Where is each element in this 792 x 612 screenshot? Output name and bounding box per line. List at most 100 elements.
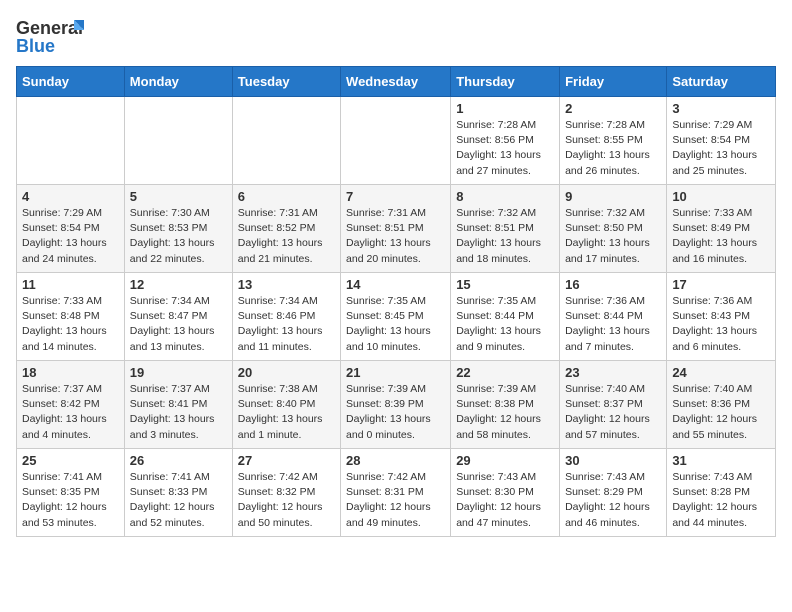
calendar-cell — [124, 97, 232, 185]
calendar-cell: 31 Sunrise: 7:43 AM Sunset: 8:28 PM Dayli… — [667, 449, 776, 537]
day-info: Sunrise: 7:31 AM Sunset: 8:51 PM Dayligh… — [346, 206, 445, 267]
day-info: Sunrise: 7:37 AM Sunset: 8:41 PM Dayligh… — [130, 382, 227, 443]
svg-text:General: General — [16, 18, 83, 38]
day-number: 22 — [456, 365, 554, 380]
day-info: Sunrise: 7:30 AM Sunset: 8:53 PM Dayligh… — [130, 206, 227, 267]
day-info: Sunrise: 7:39 AM Sunset: 8:38 PM Dayligh… — [456, 382, 554, 443]
day-number: 4 — [22, 189, 119, 204]
calendar-cell: 19 Sunrise: 7:37 AM Sunset: 8:41 PM Dayli… — [124, 361, 232, 449]
day-info: Sunrise: 7:37 AM Sunset: 8:42 PM Dayligh… — [22, 382, 119, 443]
day-number: 16 — [565, 277, 661, 292]
day-info: Sunrise: 7:42 AM Sunset: 8:32 PM Dayligh… — [238, 470, 335, 531]
day-number: 6 — [238, 189, 335, 204]
day-info: Sunrise: 7:31 AM Sunset: 8:52 PM Dayligh… — [238, 206, 335, 267]
calendar-cell: 23 Sunrise: 7:40 AM Sunset: 8:37 PM Dayli… — [560, 361, 667, 449]
day-info: Sunrise: 7:41 AM Sunset: 8:35 PM Dayligh… — [22, 470, 119, 531]
calendar-cell: 27 Sunrise: 7:42 AM Sunset: 8:32 PM Dayli… — [232, 449, 340, 537]
calendar-cell: 13 Sunrise: 7:34 AM Sunset: 8:46 PM Dayli… — [232, 273, 340, 361]
day-number: 18 — [22, 365, 119, 380]
calendar-cell: 29 Sunrise: 7:43 AM Sunset: 8:30 PM Dayli… — [451, 449, 560, 537]
day-number: 8 — [456, 189, 554, 204]
day-info: Sunrise: 7:36 AM Sunset: 8:43 PM Dayligh… — [672, 294, 770, 355]
weekday-header-thursday: Thursday — [451, 67, 560, 97]
svg-text:Blue: Blue — [16, 36, 55, 56]
day-info: Sunrise: 7:43 AM Sunset: 8:28 PM Dayligh… — [672, 470, 770, 531]
calendar-cell: 11Sunrise: 7:33 AM Sunset: 8:48 PM Dayli… — [17, 273, 125, 361]
weekday-header-friday: Friday — [560, 67, 667, 97]
calendar-cell: 16 Sunrise: 7:36 AM Sunset: 8:44 PM Dayli… — [560, 273, 667, 361]
weekday-header-row: SundayMondayTuesdayWednesdayThursdayFrid… — [17, 67, 776, 97]
calendar-cell: 17 Sunrise: 7:36 AM Sunset: 8:43 PM Dayli… — [667, 273, 776, 361]
calendar-cell: 15Sunrise: 7:35 AM Sunset: 8:44 PM Dayli… — [451, 273, 560, 361]
day-number: 17 — [672, 277, 770, 292]
day-info: Sunrise: 7:28 AM Sunset: 8:56 PM Dayligh… — [456, 118, 554, 179]
calendar-week-row: 25 Sunrise: 7:41 AM Sunset: 8:35 PM Dayli… — [17, 449, 776, 537]
day-info: Sunrise: 7:34 AM Sunset: 8:47 PM Dayligh… — [130, 294, 227, 355]
calendar-table: SundayMondayTuesdayWednesdayThursdayFrid… — [16, 66, 776, 537]
day-info: Sunrise: 7:34 AM Sunset: 8:46 PM Dayligh… — [238, 294, 335, 355]
calendar-cell — [17, 97, 125, 185]
day-info: Sunrise: 7:38 AM Sunset: 8:40 PM Dayligh… — [238, 382, 335, 443]
day-number: 29 — [456, 453, 554, 468]
calendar-week-row: 18 Sunrise: 7:37 AM Sunset: 8:42 PM Dayli… — [17, 361, 776, 449]
calendar-cell: 8 Sunrise: 7:32 AM Sunset: 8:51 PM Daylig… — [451, 185, 560, 273]
weekday-header-monday: Monday — [124, 67, 232, 97]
day-number: 5 — [130, 189, 227, 204]
page-header: GeneralBlue — [16, 16, 776, 58]
calendar-cell: 20Sunrise: 7:38 AM Sunset: 8:40 PM Dayli… — [232, 361, 340, 449]
calendar-cell: 9Sunrise: 7:32 AM Sunset: 8:50 PM Daylig… — [560, 185, 667, 273]
calendar-cell: 6 Sunrise: 7:31 AM Sunset: 8:52 PM Daylig… — [232, 185, 340, 273]
day-info: Sunrise: 7:43 AM Sunset: 8:30 PM Dayligh… — [456, 470, 554, 531]
calendar-cell: 12Sunrise: 7:34 AM Sunset: 8:47 PM Dayli… — [124, 273, 232, 361]
logo-svg: GeneralBlue — [16, 16, 86, 58]
calendar-cell: 7Sunrise: 7:31 AM Sunset: 8:51 PM Daylig… — [341, 185, 451, 273]
day-number: 2 — [565, 101, 661, 116]
calendar-cell: 28 Sunrise: 7:42 AM Sunset: 8:31 PM Dayli… — [341, 449, 451, 537]
day-number: 19 — [130, 365, 227, 380]
day-number: 11 — [22, 277, 119, 292]
day-info: Sunrise: 7:40 AM Sunset: 8:36 PM Dayligh… — [672, 382, 770, 443]
calendar-cell: 22 Sunrise: 7:39 AM Sunset: 8:38 PM Dayli… — [451, 361, 560, 449]
calendar-cell: 26 Sunrise: 7:41 AM Sunset: 8:33 PM Dayli… — [124, 449, 232, 537]
calendar-cell: 18 Sunrise: 7:37 AM Sunset: 8:42 PM Dayli… — [17, 361, 125, 449]
day-number: 13 — [238, 277, 335, 292]
weekday-header-saturday: Saturday — [667, 67, 776, 97]
weekday-header-wednesday: Wednesday — [341, 67, 451, 97]
day-number: 14 — [346, 277, 445, 292]
calendar-cell: 14Sunrise: 7:35 AM Sunset: 8:45 PM Dayli… — [341, 273, 451, 361]
calendar-week-row: 4 Sunrise: 7:29 AM Sunset: 8:54 PM Daylig… — [17, 185, 776, 273]
day-info: Sunrise: 7:40 AM Sunset: 8:37 PM Dayligh… — [565, 382, 661, 443]
calendar-cell: 30Sunrise: 7:43 AM Sunset: 8:29 PM Dayli… — [560, 449, 667, 537]
day-info: Sunrise: 7:29 AM Sunset: 8:54 PM Dayligh… — [22, 206, 119, 267]
day-number: 15 — [456, 277, 554, 292]
calendar-cell: 24 Sunrise: 7:40 AM Sunset: 8:36 PM Dayli… — [667, 361, 776, 449]
day-info: Sunrise: 7:36 AM Sunset: 8:44 PM Dayligh… — [565, 294, 661, 355]
day-number: 28 — [346, 453, 445, 468]
day-number: 31 — [672, 453, 770, 468]
calendar-cell — [341, 97, 451, 185]
day-number: 27 — [238, 453, 335, 468]
weekday-header-sunday: Sunday — [17, 67, 125, 97]
calendar-week-row: 11Sunrise: 7:33 AM Sunset: 8:48 PM Dayli… — [17, 273, 776, 361]
day-info: Sunrise: 7:28 AM Sunset: 8:55 PM Dayligh… — [565, 118, 661, 179]
day-number: 26 — [130, 453, 227, 468]
day-info: Sunrise: 7:41 AM Sunset: 8:33 PM Dayligh… — [130, 470, 227, 531]
calendar-cell — [232, 97, 340, 185]
day-number: 23 — [565, 365, 661, 380]
day-info: Sunrise: 7:42 AM Sunset: 8:31 PM Dayligh… — [346, 470, 445, 531]
day-number: 3 — [672, 101, 770, 116]
calendar-cell: 5 Sunrise: 7:30 AM Sunset: 8:53 PM Daylig… — [124, 185, 232, 273]
calendar-week-row: 1 Sunrise: 7:28 AM Sunset: 8:56 PM Daylig… — [17, 97, 776, 185]
day-info: Sunrise: 7:33 AM Sunset: 8:49 PM Dayligh… — [672, 206, 770, 267]
calendar-cell: 21Sunrise: 7:39 AM Sunset: 8:39 PM Dayli… — [341, 361, 451, 449]
day-info: Sunrise: 7:43 AM Sunset: 8:29 PM Dayligh… — [565, 470, 661, 531]
day-number: 1 — [456, 101, 554, 116]
weekday-header-tuesday: Tuesday — [232, 67, 340, 97]
day-number: 24 — [672, 365, 770, 380]
day-number: 25 — [22, 453, 119, 468]
day-info: Sunrise: 7:29 AM Sunset: 8:54 PM Dayligh… — [672, 118, 770, 179]
calendar-cell: 2 Sunrise: 7:28 AM Sunset: 8:55 PM Daylig… — [560, 97, 667, 185]
day-info: Sunrise: 7:39 AM Sunset: 8:39 PM Dayligh… — [346, 382, 445, 443]
calendar-cell: 4 Sunrise: 7:29 AM Sunset: 8:54 PM Daylig… — [17, 185, 125, 273]
day-info: Sunrise: 7:32 AM Sunset: 8:51 PM Dayligh… — [456, 206, 554, 267]
